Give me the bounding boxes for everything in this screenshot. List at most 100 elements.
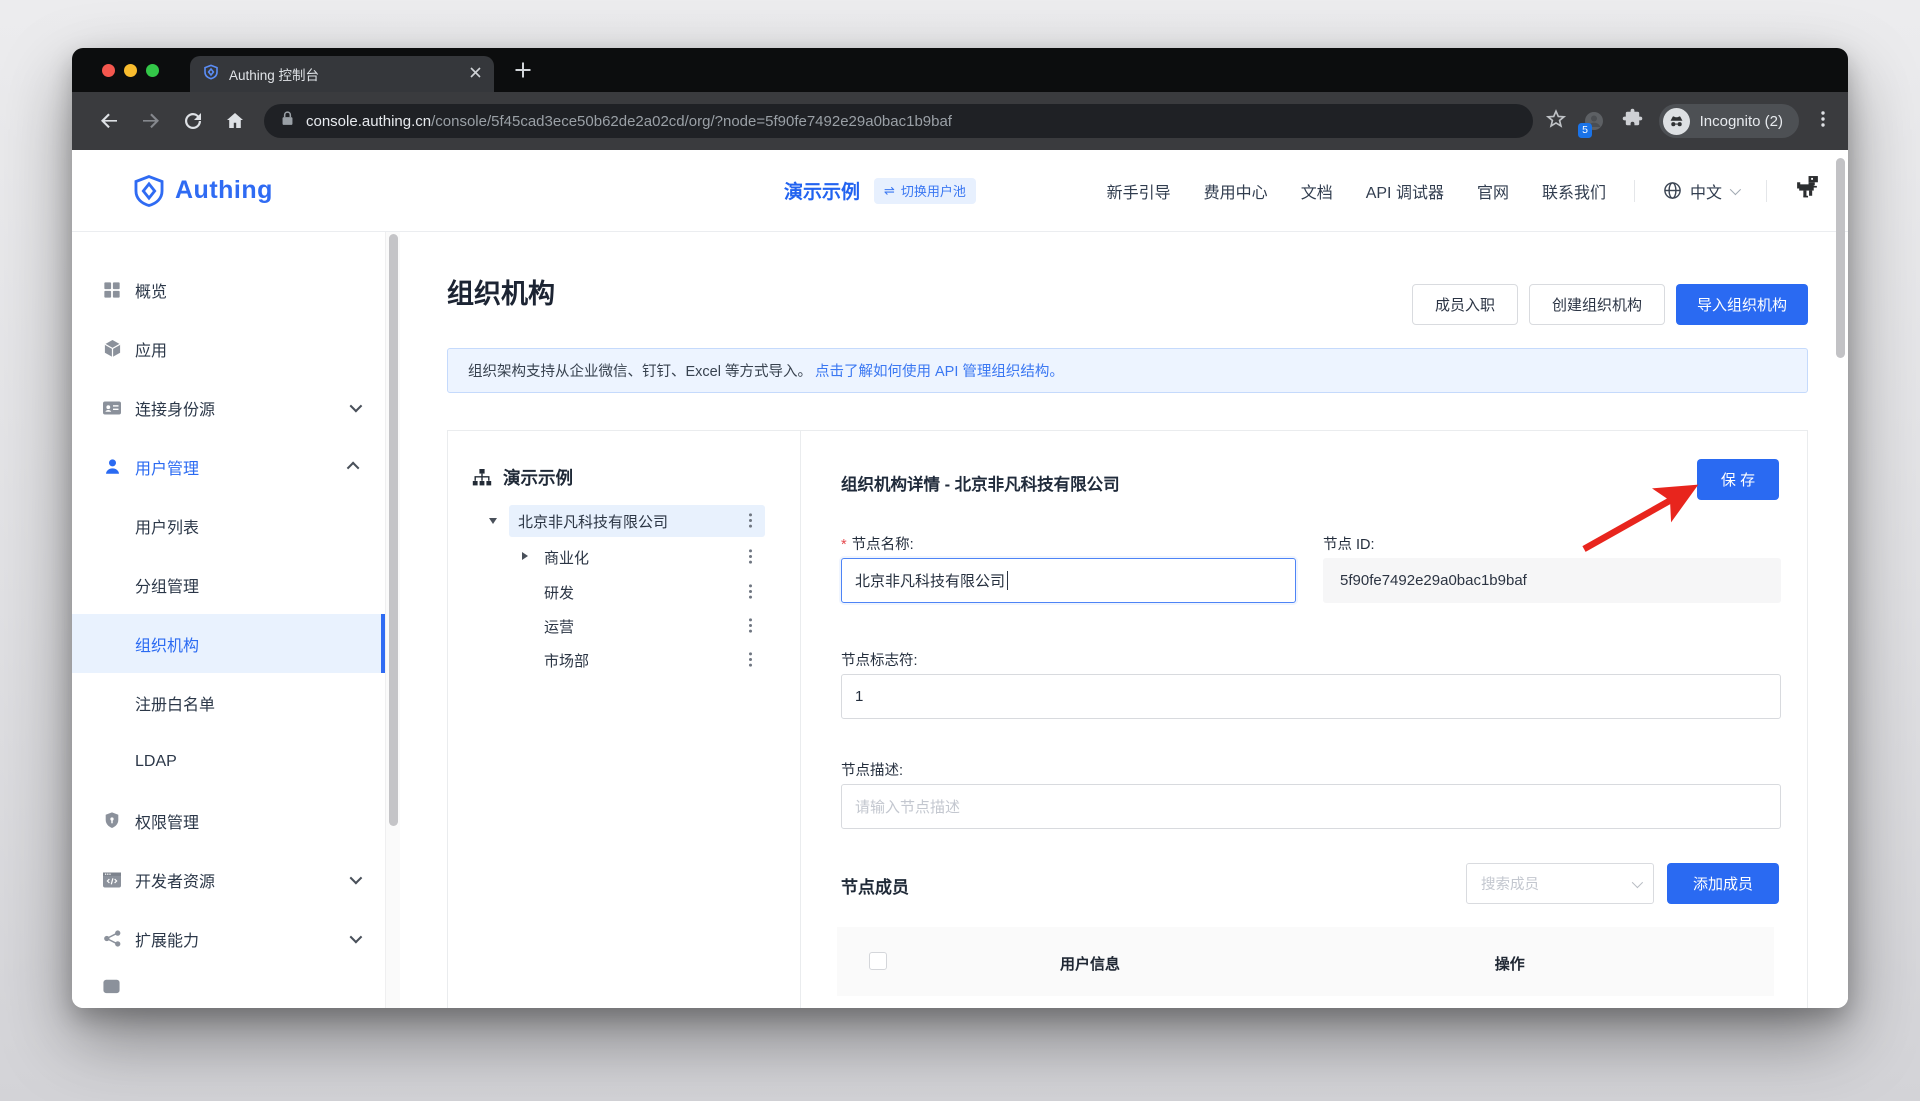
reload-icon[interactable] xyxy=(181,109,205,133)
sidebar-item-permission[interactable]: 权限管理 xyxy=(72,791,385,850)
nav-item-contact[interactable]: 联系我们 xyxy=(1542,179,1606,203)
node-code-input[interactable]: 1 xyxy=(841,674,1781,719)
sidebar-item-group-management[interactable]: 分组管理 xyxy=(72,555,385,614)
globe-icon xyxy=(1663,181,1682,200)
forward-icon[interactable] xyxy=(139,109,163,133)
sidebar-label: 权限管理 xyxy=(135,809,199,833)
zoom-window-button[interactable] xyxy=(146,64,159,77)
browser-menu-icon[interactable] xyxy=(1814,110,1832,133)
node-menu-icon[interactable] xyxy=(749,658,752,661)
save-button[interactable]: 保 存 xyxy=(1697,459,1779,500)
nav-item-docs[interactable]: 文档 xyxy=(1301,179,1333,203)
tree-node-rnd[interactable]: 研发 xyxy=(544,576,574,608)
tree-node-company[interactable]: 北京非凡科技有限公司 xyxy=(509,505,765,537)
tree-node-business[interactable]: 商业化 xyxy=(544,541,589,573)
node-name-value: 北京非凡科技有限公司 xyxy=(855,570,1005,591)
chevron-down-icon xyxy=(350,931,363,944)
new-tab-button[interactable] xyxy=(514,61,532,79)
incognito-profile-chip[interactable]: Incognito (2) xyxy=(1659,104,1799,138)
sidebar-item-organization[interactable]: 组织机构 xyxy=(72,614,385,673)
sidebar-item-overview[interactable]: 概览 xyxy=(72,260,385,319)
tree-node-operations[interactable]: 运营 xyxy=(544,610,574,642)
extension-with-badge-icon[interactable]: 5 xyxy=(1582,109,1606,133)
switch-pool-button[interactable]: 切换用户池 xyxy=(874,178,976,204)
sidebar-item-register-whitelist[interactable]: 注册白名单 xyxy=(72,673,385,732)
grid-icon xyxy=(102,280,122,300)
language-switcher[interactable]: 中文 xyxy=(1663,179,1738,203)
divider xyxy=(1634,180,1635,202)
chevron-down-icon xyxy=(1730,183,1741,194)
sidebar-scrollbar[interactable] xyxy=(385,232,400,1008)
home-icon[interactable] xyxy=(223,109,247,133)
caret-down-icon[interactable] xyxy=(489,518,497,524)
node-menu-icon[interactable] xyxy=(749,624,752,627)
text-cursor xyxy=(1007,571,1008,590)
sidebar-label: LDAP xyxy=(135,753,177,771)
tree-node-label: 北京非凡科技有限公司 xyxy=(518,511,668,532)
tree-root[interactable]: 演示示例 xyxy=(472,465,573,490)
sidebar-item-user-list[interactable]: 用户列表 xyxy=(72,496,385,555)
cube-icon xyxy=(102,339,122,359)
tab-title: Authing 控制台 xyxy=(229,64,470,84)
minimize-window-button[interactable] xyxy=(124,64,137,77)
sidebar-item-extension[interactable]: 扩展能力 xyxy=(72,909,385,968)
sidebar-item-apps[interactable]: 应用 xyxy=(72,319,385,378)
page-scrollbar[interactable] xyxy=(1833,150,1848,1008)
dino-avatar-icon[interactable] xyxy=(1795,175,1820,207)
info-banner: 组织架构支持从企业微信、钉钉、Excel 等方式导入。 点击了解如何使用 API… xyxy=(447,348,1808,393)
lock-icon[interactable] xyxy=(280,110,295,132)
bookmark-star-icon[interactable] xyxy=(1545,108,1567,135)
node-menu-icon[interactable] xyxy=(749,590,752,593)
sidebar-item-developer[interactable]: 开发者资源 xyxy=(72,850,385,909)
tab-close-icon[interactable] xyxy=(470,65,481,83)
extensions-puzzle-icon[interactable] xyxy=(1621,107,1644,135)
app-header: Authing 演示示例 切换用户池 新手引导 费用中心 文档 API 调试器 … xyxy=(72,150,1848,232)
back-icon[interactable] xyxy=(97,109,121,133)
member-onboard-button[interactable]: 成员入职 xyxy=(1412,284,1518,325)
caret-right-icon[interactable] xyxy=(522,552,528,560)
sidebar-item-user-management[interactable]: 用户管理 xyxy=(72,437,385,496)
share-nodes-icon xyxy=(102,929,122,949)
nav-item-billing[interactable]: 费用中心 xyxy=(1204,179,1268,203)
add-member-button[interactable]: 添加成员 xyxy=(1667,863,1779,904)
swap-arrows-icon xyxy=(884,183,895,199)
node-id-value: 5f90fe7492e29a0bac1b9baf xyxy=(1323,558,1781,603)
sidebar-label: 用户列表 xyxy=(135,514,199,538)
page-title: 组织机构 xyxy=(447,272,555,311)
tree-node-label: 运营 xyxy=(544,616,574,637)
authing-logo[interactable]: Authing xyxy=(132,150,273,231)
sidebar-item-ldap[interactable]: LDAP xyxy=(72,732,385,791)
nav-item-website[interactable]: 官网 xyxy=(1477,179,1509,203)
browser-window: Authing 控制台 console.authing.cn/console/5… xyxy=(72,48,1848,1008)
node-menu-icon[interactable] xyxy=(749,555,752,558)
nav-item-guide[interactable]: 新手引导 xyxy=(1107,179,1171,203)
banner-link[interactable]: 点击了解如何使用 API 管理组织结构。 xyxy=(815,360,1064,381)
detail-title: 组织机构详情 - 北京非凡科技有限公司 xyxy=(841,471,1120,495)
member-search-select[interactable]: 搜索成员 xyxy=(1466,863,1654,904)
close-window-button[interactable] xyxy=(102,64,115,77)
import-org-button[interactable]: 导入组织机构 xyxy=(1676,284,1808,325)
user-icon xyxy=(102,457,122,477)
tree-node-marketing[interactable]: 市场部 xyxy=(544,644,589,676)
user-pool-name[interactable]: 演示示例 xyxy=(784,177,860,204)
sidebar-scrollbar-thumb[interactable] xyxy=(389,234,398,826)
window-controls xyxy=(102,64,159,77)
address-bar[interactable]: console.authing.cn/console/5f45cad3ece50… xyxy=(264,104,1533,138)
chevron-down-icon xyxy=(350,400,363,413)
create-org-button[interactable]: 创建组织机构 xyxy=(1529,284,1665,325)
tree-node-label: 研发 xyxy=(544,582,574,603)
node-desc-label: 节点描述: xyxy=(841,759,903,780)
sidebar-item-cutoff[interactable] xyxy=(72,968,385,1008)
id-card-icon xyxy=(102,398,122,418)
node-desc-input[interactable]: 请输入节点描述 xyxy=(841,784,1781,829)
node-code-value: 1 xyxy=(855,688,863,705)
select-all-checkbox[interactable] xyxy=(869,952,887,970)
browser-tab[interactable]: Authing 控制台 xyxy=(190,56,494,92)
browser-toolbar: console.authing.cn/console/5f45cad3ece50… xyxy=(72,92,1848,150)
page-scrollbar-thumb[interactable] xyxy=(1836,158,1845,358)
nav-item-api-debugger[interactable]: API 调试器 xyxy=(1366,179,1444,203)
page-actions: 成员入职 创建组织机构 导入组织机构 xyxy=(1412,284,1808,325)
incognito-label: Incognito (2) xyxy=(1700,113,1783,130)
node-name-input[interactable]: 北京非凡科技有限公司 xyxy=(841,558,1296,603)
sidebar-item-identity-sources[interactable]: 连接身份源 xyxy=(72,378,385,437)
